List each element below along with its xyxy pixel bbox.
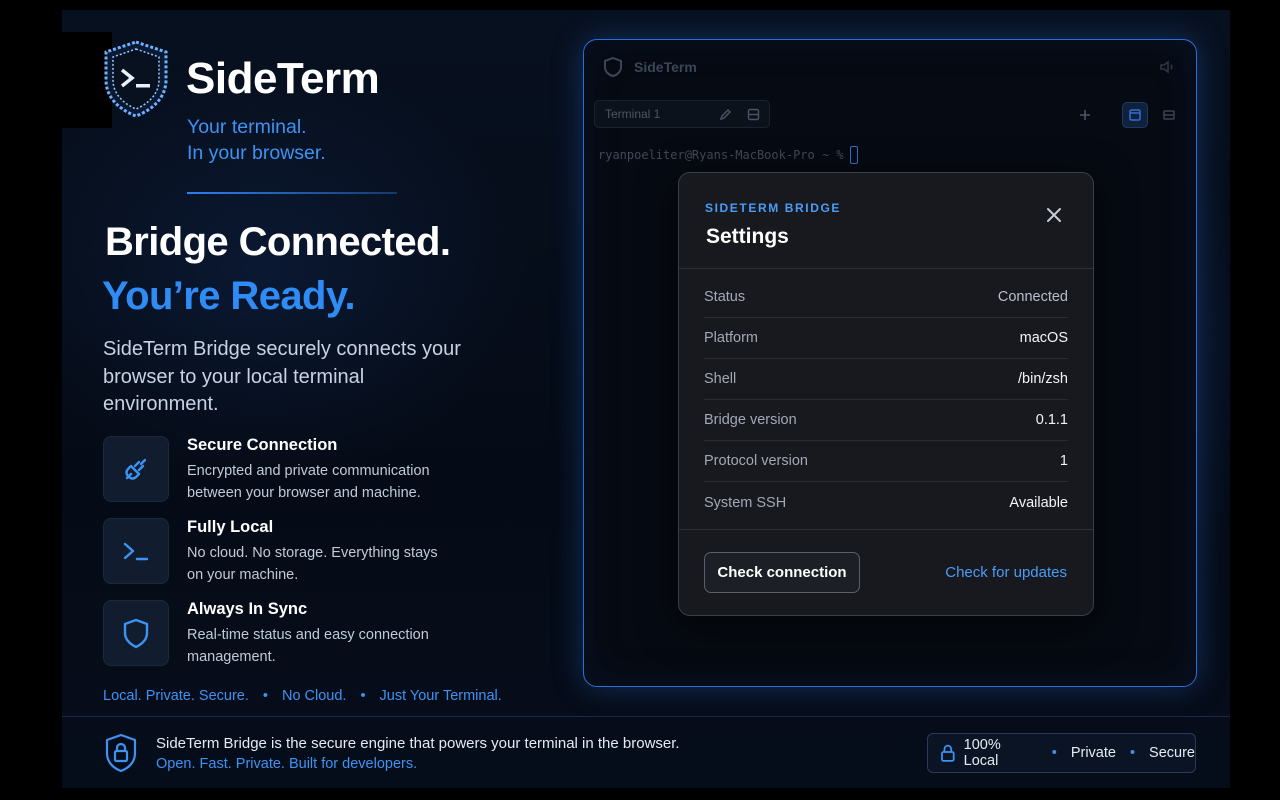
layout-icon	[1129, 109, 1141, 121]
terminal-titlebar: SideTerm	[602, 56, 697, 78]
modal-title: Settings	[706, 225, 789, 248]
pencil-icon[interactable]	[719, 108, 732, 121]
modal-footer-divider	[679, 529, 1093, 530]
motto-separator: •	[262, 688, 268, 704]
feature-title: Always In Sync	[187, 600, 308, 618]
row-value: 1	[1059, 453, 1068, 469]
settings-row-platform: Platform macOS	[704, 318, 1068, 359]
split-icon[interactable]	[747, 108, 760, 121]
row-value: Connected	[997, 289, 1068, 305]
feature-desc: Encrypted and private communication betw…	[187, 463, 430, 501]
footer-text: SideTerm Bridge is the secure engine tha…	[156, 735, 680, 752]
lock-icon	[941, 744, 955, 762]
brand-tagline: Your terminal. In your browser.	[187, 114, 326, 166]
prompt-text: ryanpoeliter@Ryans-MacBook-Pro ~ %	[598, 148, 844, 162]
lead-paragraph: SideTerm Bridge securely connects your b…	[103, 338, 461, 415]
row-value: 0.1.1	[1035, 412, 1068, 428]
row-label: Status	[704, 289, 746, 305]
plug-icon	[125, 458, 147, 480]
feature-secure-connection: Secure Connection Encrypted and private …	[103, 436, 457, 504]
headline-primary: Bridge Connected.	[105, 220, 451, 264]
speaker-icon[interactable]	[1158, 58, 1176, 76]
settings-row-shell: Shell /bin/zsh	[704, 359, 1068, 400]
brand: SideTerm	[100, 38, 380, 120]
feature-desc: No cloud. No storage. Everything stays o…	[187, 545, 438, 583]
motto-line: Local. Private. Secure. • No Cloud. • Ju…	[103, 688, 502, 704]
row-label: Bridge version	[704, 412, 797, 428]
footer-divider	[62, 716, 1230, 717]
motto-part: Just Your Terminal.	[379, 688, 502, 704]
shield-icon	[123, 618, 149, 649]
tab-terminal-1[interactable]: Terminal 1	[594, 100, 770, 128]
headline-accent: You’re Ready.	[102, 274, 356, 318]
settings-modal: SIDETERM BRIDGE Settings Status Connecte…	[678, 172, 1094, 616]
badge-part: 100% Local	[963, 737, 1001, 769]
feature-icon-box	[103, 518, 169, 584]
terminal-prompt-icon	[123, 542, 149, 561]
motto-part: Local. Private. Secure.	[103, 688, 249, 704]
feature-icon-box	[103, 600, 169, 666]
shield-icon	[604, 56, 622, 78]
row-label: System SSH	[704, 494, 787, 511]
feature-title: Secure Connection	[187, 436, 338, 454]
feature-fully-local: Fully Local No cloud. No storage. Everyt…	[103, 518, 457, 586]
privacy-badge: 100% Local • Private • Secure	[927, 733, 1196, 773]
plus-icon	[1080, 110, 1090, 120]
check-connection-button[interactable]: Check connection	[704, 552, 860, 593]
feature-title: Fully Local	[187, 518, 274, 536]
row-label: Platform	[704, 330, 758, 346]
new-tab-button[interactable]	[1072, 102, 1098, 128]
settings-row-bridge-version: Bridge version 0.1.1	[704, 400, 1068, 441]
badge-part: Private	[1070, 745, 1116, 761]
row-value: macOS	[1019, 330, 1068, 346]
modal-kicker: SIDETERM BRIDGE	[705, 201, 842, 215]
layout-split-button[interactable]	[1156, 102, 1182, 128]
sideterm-logo-icon	[104, 40, 168, 118]
motto-part: No Cloud.	[281, 688, 347, 704]
feature-always-in-sync: Always In Sync Real-time status and easy…	[103, 600, 457, 668]
modal-header-divider	[679, 268, 1093, 269]
tagline-line-2: In your browser.	[187, 142, 326, 164]
row-label: Protocol version	[704, 453, 808, 469]
settings-row-protocol-version: Protocol version 1	[704, 441, 1068, 482]
tagline-divider	[187, 192, 397, 194]
terminal-cursor	[849, 146, 858, 164]
badge-part: Secure	[1149, 745, 1195, 761]
motto-separator: •	[360, 688, 366, 704]
feature-icon-box	[103, 436, 169, 502]
settings-list: Status Connected Platform macOS Shell /b…	[704, 277, 1068, 523]
layout-split-icon	[1163, 110, 1175, 120]
footer-subtext: Open. Fast. Private. Built for developer…	[156, 756, 418, 772]
brand-name: SideTerm	[186, 54, 380, 103]
tagline-line-1: Your terminal.	[187, 116, 307, 138]
close-icon[interactable]	[1045, 206, 1063, 224]
check-for-updates-link[interactable]: Check for updates	[945, 564, 1067, 581]
shield-lock-icon	[105, 733, 137, 773]
badge-separator: •	[1051, 745, 1057, 761]
layout-single-button[interactable]	[1122, 102, 1148, 128]
row-value: Available	[1009, 494, 1068, 511]
badge-separator: •	[1129, 745, 1136, 761]
row-value: /bin/zsh	[1018, 371, 1068, 387]
feature-desc: Real-time status and easy connection man…	[187, 627, 429, 665]
tab-label: Terminal 1	[605, 107, 661, 121]
terminal-title: SideTerm	[634, 59, 697, 75]
settings-row-status: Status Connected	[704, 277, 1068, 318]
terminal-prompt[interactable]: ryanpoeliter@Ryans-MacBook-Pro ~ %	[598, 146, 858, 164]
row-label: Shell	[704, 371, 737, 387]
settings-row-system-ssh: System SSH Available	[704, 482, 1068, 523]
